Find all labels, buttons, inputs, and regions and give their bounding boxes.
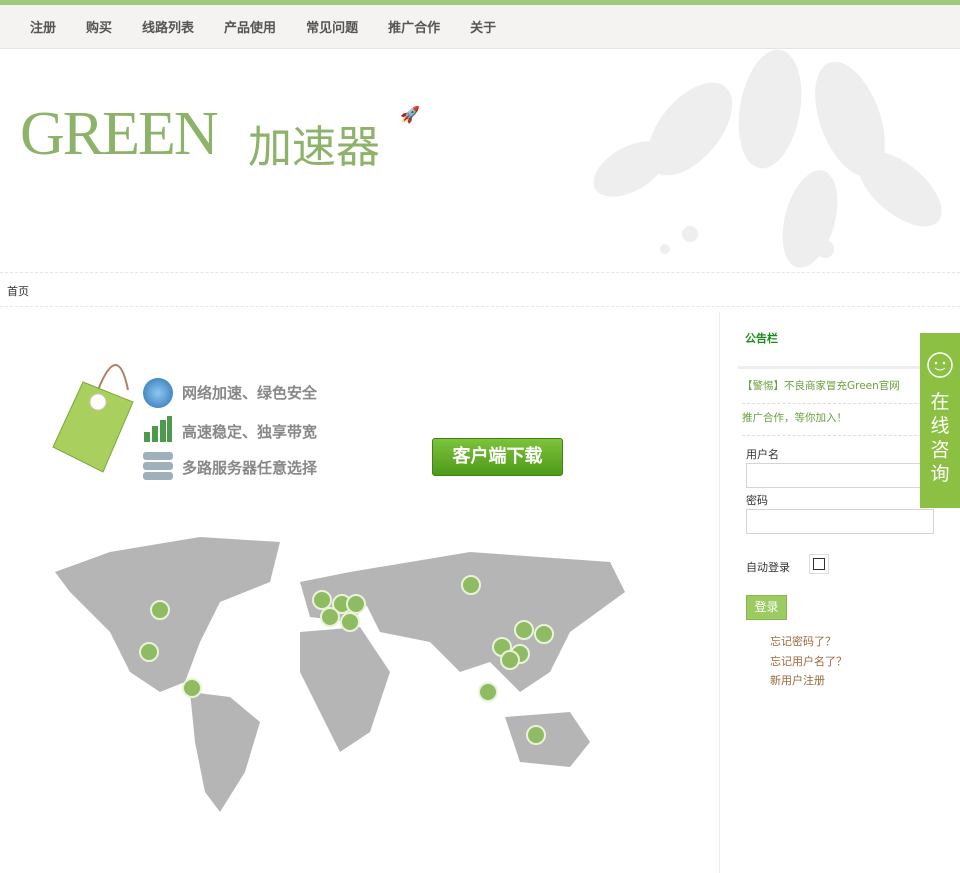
nav-promo[interactable]: 推广合作 xyxy=(388,17,440,36)
nav-faq[interactable]: 常见问题 xyxy=(306,17,358,36)
divider xyxy=(738,366,938,369)
main-content: 网络加速、绿色安全 高速稳定、独享带宽 多路服务器任意选择 客户端下载 xyxy=(0,312,720,873)
header-banner: GREEN 加速器 🚀 xyxy=(0,49,960,273)
client-download-button[interactable]: 客户端下载 xyxy=(432,438,563,476)
signal-bars-icon xyxy=(144,416,172,442)
nav-buy[interactable]: 购买 xyxy=(86,17,112,36)
rocket-icon: 🚀 xyxy=(400,105,420,124)
nav-about[interactable]: 关于 xyxy=(470,17,496,36)
online-consult-button[interactable]: 在线咨询 xyxy=(920,333,960,508)
notice-title: 公告栏 xyxy=(745,332,778,345)
world-map xyxy=(55,537,625,812)
feature-2: 高速稳定、独享带宽 xyxy=(182,423,318,441)
forgot-password-link[interactable]: 忘记密码了？ xyxy=(770,633,836,649)
forgot-username-link[interactable]: 忘记用户名了？ xyxy=(770,653,847,669)
username-input[interactable] xyxy=(746,463,934,488)
price-tag-icon xyxy=(52,364,134,473)
chat-label: 在线咨询 xyxy=(930,391,950,485)
remember-checkbox[interactable] xyxy=(809,554,829,574)
logo-text: GREEN xyxy=(20,100,219,168)
notice-item[interactable]: 【警惕】不良商家冒充Green官网 xyxy=(742,378,932,404)
breadcrumb[interactable]: 首页 xyxy=(0,273,960,307)
feature-1: 网络加速、绿色安全 xyxy=(182,384,318,402)
nav-usage[interactable]: 产品使用 xyxy=(224,17,276,36)
chat-smile-icon xyxy=(927,352,953,378)
password-input[interactable] xyxy=(746,509,934,534)
nav-lines[interactable]: 线路列表 xyxy=(142,17,194,36)
leaf-decoration-icon xyxy=(593,49,942,268)
globe-icon xyxy=(143,378,173,408)
register-link[interactable]: 新用户注册 xyxy=(770,672,825,688)
main-nav: 注册 购买 线路列表 产品使用 常见问题 推广合作 关于 xyxy=(0,5,960,49)
nav-register[interactable]: 注册 xyxy=(30,17,56,36)
notice-item[interactable]: 推广合作，等你加入！ xyxy=(742,410,932,436)
username-label: 用户名 xyxy=(746,448,779,461)
server-icon xyxy=(143,452,173,480)
logo-cn: 加速器 xyxy=(248,122,380,173)
remember-label: 自动登录 xyxy=(746,561,790,574)
login-button[interactable]: 登录 xyxy=(746,595,787,620)
password-label: 密码 xyxy=(746,494,768,507)
feature-3: 多路服务器任意选择 xyxy=(182,459,318,477)
